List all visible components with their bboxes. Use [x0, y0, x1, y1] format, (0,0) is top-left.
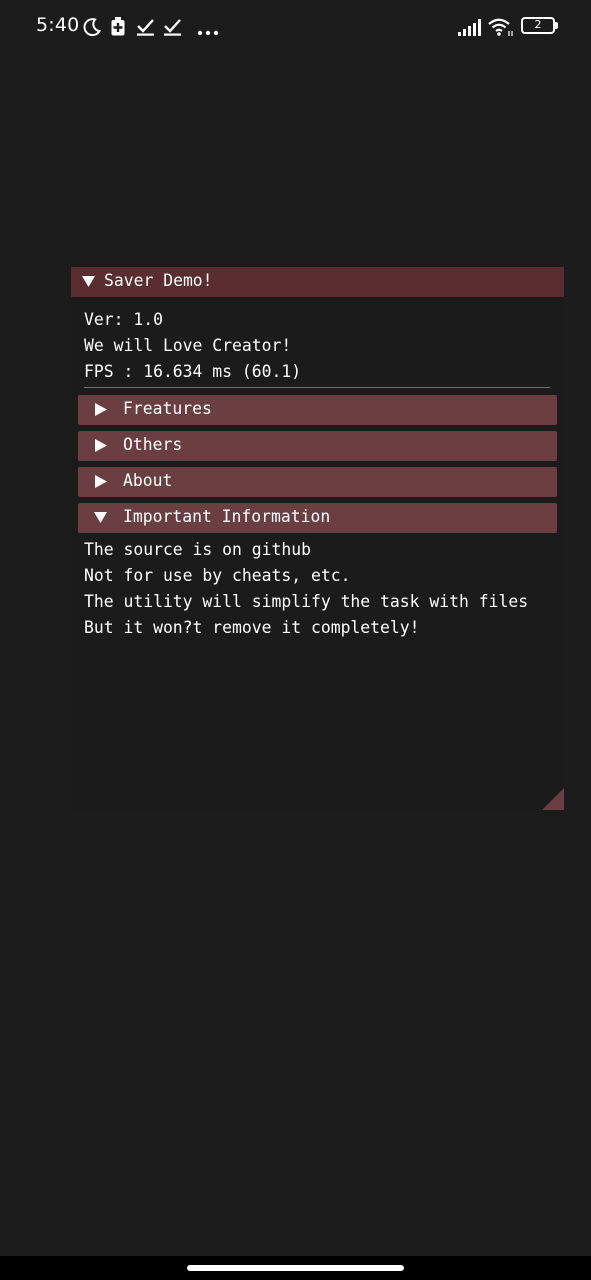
- header-freatures[interactable]: Freatures: [78, 395, 557, 425]
- version-text: Ver: 1.0: [84, 310, 163, 329]
- battery-saver-icon: [111, 17, 125, 36]
- expand-arrow-icon: [95, 475, 107, 488]
- info-line: The utility will simplify the task with …: [84, 592, 529, 611]
- expand-arrow-icon: [95, 403, 107, 416]
- window-title-bar[interactable]: Saver Demo!: [71, 267, 564, 297]
- header-important-information[interactable]: Important Information: [78, 503, 557, 533]
- battery-tip: [555, 22, 558, 29]
- battery-icon: 2: [521, 17, 555, 34]
- header-label: Important Information: [123, 507, 331, 526]
- status-bar: 5:40 2: [0, 0, 591, 52]
- wifi-icon: [488, 18, 513, 36]
- header-label: Freatures: [123, 399, 212, 418]
- window-title: Saver Demo!: [104, 271, 213, 290]
- cellular-signal-icon: [458, 19, 481, 36]
- task-done-icon: [164, 19, 181, 36]
- home-indicator[interactable]: [187, 1265, 404, 1271]
- resize-grip-icon[interactable]: [542, 788, 564, 810]
- info-line: But it won?t remove it completely!: [84, 618, 420, 637]
- header-about[interactable]: About: [78, 467, 557, 497]
- fps-text: FPS : 16.634 ms (60.1): [84, 362, 302, 381]
- collapse-triangle-icon[interactable]: [82, 276, 95, 288]
- do-not-disturb-moon-icon: [83, 18, 102, 37]
- header-label: About: [123, 471, 173, 490]
- collapse-arrow-icon: [94, 512, 107, 523]
- battery-level: 2: [534, 18, 542, 31]
- separator: [84, 387, 550, 388]
- task-done-icon: [137, 19, 154, 36]
- header-label: Others: [123, 435, 183, 454]
- expand-arrow-icon: [95, 439, 107, 452]
- info-line: Not for use by cheats, etc.: [84, 566, 351, 585]
- creator-text: We will Love Creator!: [84, 336, 292, 355]
- more-notifications-icon: [197, 30, 219, 36]
- info-line: The source is on github: [84, 540, 311, 559]
- status-time: 5:40: [36, 14, 80, 36]
- header-others[interactable]: Others: [78, 431, 557, 461]
- imgui-window: Saver Demo! Ver: 1.0 We will Love Creato…: [71, 267, 564, 810]
